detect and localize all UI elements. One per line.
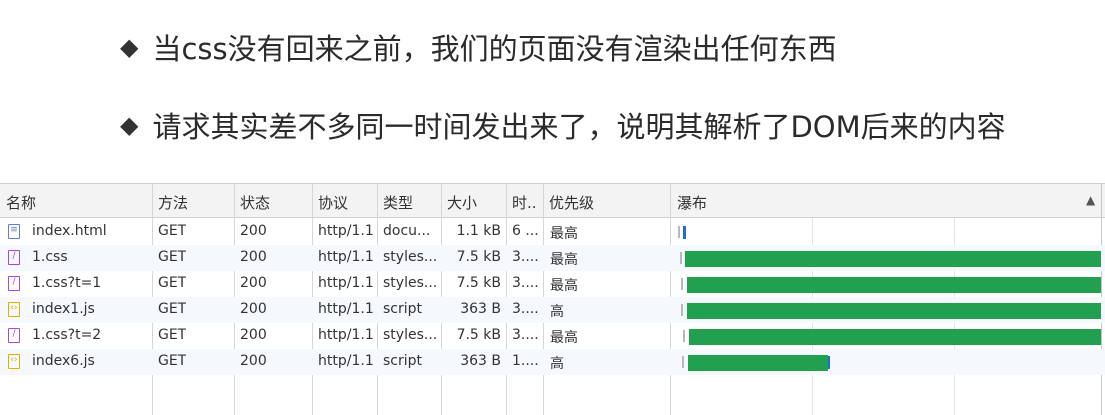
css-file-icon: ∕ [8, 250, 20, 265]
request-status: 200 [240, 327, 267, 343]
table-row[interactable]: ∕ 1.css?t=1 GET 200 http/1.1 styles... 7… [0, 271, 1105, 297]
request-protocol: http/1.1 [318, 223, 374, 239]
request-status: 200 [240, 301, 267, 317]
slide-bullet-2: ◆ 请求其实差不多同一时间发出来了，说明其解析了DOM后来的内容 [120, 104, 1006, 146]
request-size: 7.5 kB [456, 327, 501, 343]
request-type: styles... [383, 249, 438, 265]
request-protocol: http/1.1 [318, 327, 374, 343]
request-size: 363 B [460, 353, 501, 369]
request-method: GET [158, 249, 187, 265]
request-priority: 最高 [550, 226, 578, 242]
column-header-priority[interactable]: 优先级 [549, 192, 594, 213]
waterfall-wait [680, 252, 682, 264]
request-time: 3.... [512, 327, 539, 343]
request-status: 200 [240, 249, 267, 265]
waterfall-bar [685, 251, 1101, 267]
request-status: 200 [240, 353, 267, 369]
request-method: GET [158, 223, 187, 239]
js-file-icon: ‹› [8, 354, 20, 369]
request-name: 1.css?t=1 [32, 275, 102, 291]
waterfall-tick [828, 356, 830, 369]
request-priority: 高 [550, 304, 564, 320]
diamond-bullet-icon: ◆ [120, 33, 139, 61]
table-row[interactable]: ∕ 1.css GET 200 http/1.1 styles... 7.5 k… [0, 245, 1105, 271]
js-file-icon: ‹› [8, 302, 20, 317]
request-time: 3.... [512, 275, 539, 291]
request-size: 7.5 kB [456, 275, 501, 291]
table-row[interactable]: ≡ index.html GET 200 http/1.1 docu... 1.… [0, 219, 1105, 245]
request-method: GET [158, 275, 187, 291]
request-size: 363 B [460, 301, 501, 317]
request-method: GET [158, 353, 187, 369]
slide-bullet-1: ◆ 当css没有回来之前，我们的页面没有渲染出任何东西 [120, 26, 837, 68]
request-priority: 最高 [550, 278, 578, 294]
waterfall-wait [678, 226, 680, 238]
request-type: script [383, 353, 423, 369]
request-size: 7.5 kB [456, 249, 501, 265]
waterfall-wait [681, 278, 683, 290]
sort-up-icon[interactable]: ▲ [1086, 193, 1095, 207]
bullet-text-1: 当css没有回来之前，我们的页面没有渲染出任何东西 [152, 32, 837, 66]
table-row[interactable]: ‹› index6.js GET 200 http/1.1 script 363… [0, 349, 1105, 375]
column-header-status[interactable]: 状态 [240, 192, 270, 213]
request-name: index.html [32, 223, 107, 239]
column-header-type[interactable]: 类型 [383, 192, 413, 213]
waterfall-bar [688, 355, 828, 371]
request-protocol: http/1.1 [318, 249, 374, 265]
column-header-protocol[interactable]: 协议 [318, 192, 348, 213]
request-method: GET [158, 301, 187, 317]
request-type: script [383, 301, 423, 317]
request-priority: 高 [550, 356, 564, 372]
waterfall-wait [682, 356, 684, 368]
table-row[interactable]: ‹› index1.js GET 200 http/1.1 script 363… [0, 297, 1105, 323]
request-protocol: http/1.1 [318, 301, 374, 317]
request-priority: 最高 [550, 252, 578, 268]
request-name: 1.css?t=2 [32, 327, 102, 343]
request-method: GET [158, 327, 187, 343]
waterfall-bar [689, 329, 1101, 345]
network-panel: 名称 方法 状态 协议 类型 大小 时.. 优先级 瀑布 ▲ ≡ index.h… [0, 183, 1105, 415]
request-time: 1.... [512, 353, 539, 369]
diamond-bullet-icon: ◆ [120, 111, 139, 139]
waterfall-tick [683, 226, 686, 239]
request-name: index1.js [32, 301, 95, 317]
column-header-name[interactable]: 名称 [6, 192, 36, 213]
request-name: 1.css [32, 249, 68, 265]
table-row[interactable]: ∕ 1.css?t=2 GET 200 http/1.1 styles... 7… [0, 323, 1105, 349]
request-status: 200 [240, 275, 267, 291]
column-header-method[interactable]: 方法 [158, 192, 188, 213]
css-file-icon: ∕ [8, 276, 20, 291]
waterfall-bar [687, 277, 1101, 293]
request-size: 1.1 kB [456, 223, 501, 239]
request-protocol: http/1.1 [318, 353, 374, 369]
waterfall-wait [681, 304, 683, 316]
column-header-waterfall[interactable]: 瀑布 [677, 192, 707, 213]
request-type: styles... [383, 275, 438, 291]
waterfall-bar [687, 303, 1101, 319]
request-type: docu... [383, 223, 431, 239]
request-priority: 最高 [550, 330, 578, 346]
request-time: 3.... [512, 249, 539, 265]
bullet-text-2: 请求其实差不多同一时间发出来了，说明其解析了DOM后来的内容 [152, 110, 1006, 144]
request-time: 6 ... [512, 223, 539, 239]
request-time: 3.... [512, 301, 539, 317]
column-header-time[interactable]: 时.. [512, 192, 537, 213]
waterfall-wait [683, 330, 685, 342]
column-header-size[interactable]: 大小 [447, 192, 477, 213]
request-type: styles... [383, 327, 438, 343]
network-table-header: 名称 方法 状态 协议 类型 大小 时.. 优先级 瀑布 ▲ [0, 183, 1105, 218]
request-name: index6.js [32, 353, 95, 369]
html-file-icon: ≡ [8, 224, 20, 239]
request-protocol: http/1.1 [318, 275, 374, 291]
css-file-icon: ∕ [8, 328, 20, 343]
request-status: 200 [240, 223, 267, 239]
